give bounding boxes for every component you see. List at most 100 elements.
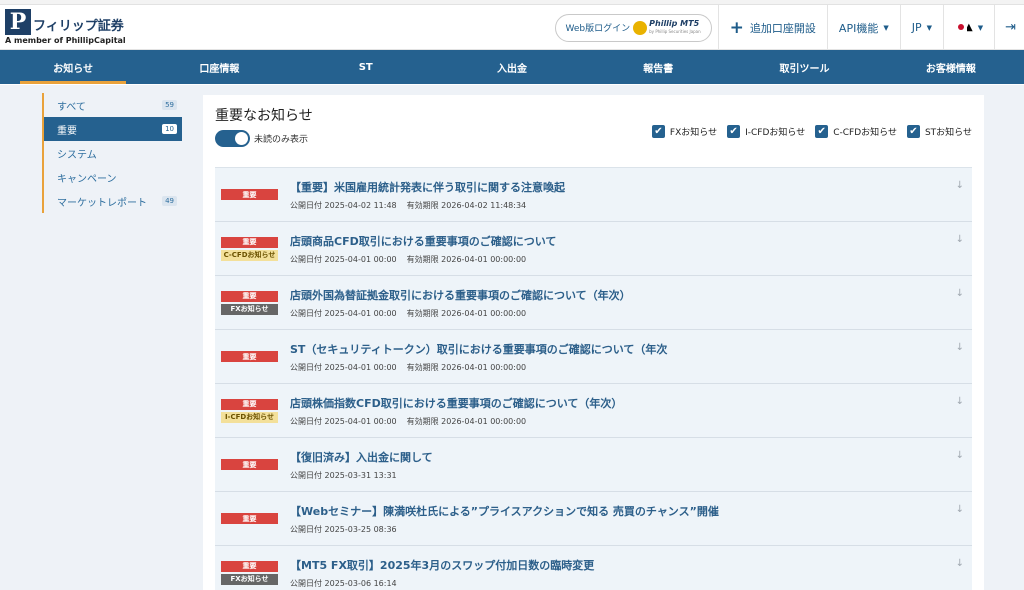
notice-title[interactable]: 店頭外国為替証拠金取引における重要事項のご確認について（年次） (290, 287, 972, 303)
notice-title[interactable]: 【MT5 FX取引】2025年3月のスワップ付加日数の臨時変更 (290, 557, 972, 573)
notice-title[interactable]: 店頭商品CFD取引における重要事項のご確認について (290, 233, 972, 249)
logo-mark: P (5, 9, 31, 35)
expand-arrow-icon[interactable]: ↓ (956, 234, 964, 245)
expand-arrow-icon[interactable]: ↓ (956, 288, 964, 299)
badge-group: 重要 FXお知らせ (215, 546, 290, 590)
checkbox-checked-icon[interactable]: ✔ (651, 125, 665, 138)
importance-badge: 重要 (221, 513, 278, 524)
importance-badge: 重要 (221, 351, 278, 362)
badge-group: 重要 (215, 168, 290, 221)
api-menu[interactable]: API機能 ▼ (826, 5, 900, 50)
sidebar-item-important[interactable]: 重要 10 (42, 117, 182, 141)
published-date: 公開日付 2025-04-01 00:00 (290, 255, 397, 264)
nav-item-deposit-withdrawal[interactable]: 入出金 (439, 50, 585, 84)
list-item[interactable]: 重要 【重要】米国雇用統計発表に伴う取引に関する注意喚起 公開日付 2025-04-… (215, 168, 972, 222)
expand-arrow-icon[interactable]: ↓ (956, 558, 964, 569)
count-badge: 10 (162, 124, 177, 134)
nav-item-trading-tools[interactable]: 取引ツール (731, 50, 877, 84)
mt5-small: by Phillip Securities Japan (649, 28, 701, 34)
expiry-date: 有効期限 2026-04-01 00:00:00 (406, 255, 527, 264)
sidebar-item-market-report[interactable]: マーケットレポート 49 (42, 189, 182, 213)
mt5-icon (633, 20, 648, 35)
notice-title[interactable]: 【重要】米国雇用統計発表に伴う取引に関する注意喚起 (290, 179, 972, 195)
mt5-label: Phillip MT5 (649, 18, 700, 28)
logout-icon[interactable]: ⇥ (994, 5, 1024, 50)
checkbox-checked-icon[interactable]: ✔ (727, 125, 741, 138)
nav-item-st[interactable]: ST (293, 50, 439, 84)
sidebar-item-system[interactable]: システム (42, 141, 182, 165)
add-account-label: 追加口座開設 (749, 21, 816, 35)
category-filters: ✔ FXお知らせ ✔ I-CFDお知らせ ✔ C-CFDお知らせ ✔ STお知らせ (642, 125, 972, 138)
filter-fx[interactable]: ✔ FXお知らせ (651, 125, 718, 138)
checkbox-checked-icon[interactable]: ✔ (906, 125, 920, 138)
language-label: JP (911, 21, 922, 34)
page-title: 重要なお知らせ (215, 108, 313, 124)
checkbox-checked-icon[interactable]: ✔ (815, 125, 829, 138)
badge-group: 重要 (215, 330, 290, 383)
nav-item-account-info[interactable]: 口座情報 (146, 50, 292, 84)
unread-only-label: 未読のみ表示 (254, 135, 309, 145)
filter-label: STお知らせ (924, 128, 972, 138)
importance-badge: 重要 (221, 398, 278, 410)
published-date: 公開日付 2025-04-01 00:00 (290, 417, 397, 426)
expand-arrow-icon[interactable]: ↓ (956, 342, 964, 353)
nav-item-customer-info[interactable]: お客様情報 (878, 50, 1024, 84)
list-item[interactable]: 重要 C-CFDお知らせ 店頭商品CFD取引における重要事項のご確認について公開日付… (215, 222, 972, 276)
sidebar-item-campaign[interactable]: キャンペーン (42, 165, 182, 189)
sidebar-item-label: すべて (57, 101, 86, 113)
nav-item-notices[interactable]: お知らせ (0, 50, 146, 84)
notification-dot-icon (955, 23, 967, 32)
expand-arrow-icon[interactable]: ↓ (956, 504, 964, 515)
expiry-date: 有効期限 2026-04-01 00:00:00 (406, 417, 527, 426)
list-item[interactable]: 重要 【復旧済み】入出金に関して 公開日付 2025-03-31 13:31 ↓ (215, 438, 972, 492)
expand-arrow-icon[interactable]: ↓ (956, 450, 964, 461)
add-account-button[interactable]: + 追加口座開設 (717, 5, 827, 50)
logo[interactable]: P フィリップ証券 A member of PhillipCapital (0, 9, 170, 45)
unread-only-toggle[interactable] (215, 130, 250, 147)
notification-menu[interactable]: ▲ ▼ (943, 5, 994, 50)
count-badge: 49 (162, 196, 177, 206)
badge-group: 重要 C-CFDお知らせ (215, 222, 290, 275)
chevron-down-icon: ▼ (883, 23, 889, 32)
main-area: すべて 59 重要 10 システム キャンペーン マーケットレポート 49 重要… (0, 85, 1024, 590)
nav-item-reports[interactable]: 報告書 (585, 50, 731, 84)
filter-st[interactable]: ✔ STお知らせ (906, 125, 972, 138)
filter-label: FXお知らせ (669, 128, 718, 138)
mt5-logo: Phillip MT5 by Phillip Securities Japan (633, 18, 701, 36)
sidebar-item-label: マーケットレポート (57, 197, 147, 209)
importance-badge: 重要 (221, 290, 278, 302)
badge-group: 重要 FXお知らせ (215, 276, 290, 329)
sidebar-item-label: キャンペーン (57, 173, 117, 185)
list-item[interactable]: 重要 I-CFDお知らせ 店頭株価指数CFD取引における重要事項のご確認について（年… (215, 384, 972, 438)
language-menu[interactable]: JP ▼ (899, 5, 943, 50)
sidebar-item-label: 重要 (57, 125, 77, 137)
list-item[interactable]: 重要 【Webセミナー】陳満咲杜氏による”プライスアクションで知る 売買のチャンス… (215, 492, 972, 546)
published-date: 公開日付 2025-03-06 16:14 (290, 579, 397, 588)
expand-arrow-icon[interactable]: ↓ (956, 396, 964, 407)
api-label: API機能 (838, 21, 879, 35)
count-badge: 59 (162, 100, 177, 110)
notices-panel: 重要なお知らせ 未読のみ表示 ✔ FXお知らせ ✔ I-CFDお知らせ ✔ C-CFD… (203, 95, 984, 590)
logo-name: フィリップ証券 (33, 19, 124, 34)
notice-title[interactable]: 店頭株価指数CFD取引における重要事項のご確認について（年次） (290, 395, 972, 411)
expiry-date: 有効期限 2026-04-01 00:00:00 (406, 309, 527, 318)
filter-icfd[interactable]: ✔ I-CFDお知らせ (727, 125, 805, 138)
chevron-down-icon: ▼ (926, 23, 932, 32)
badge-group: 重要 (215, 492, 290, 545)
sidebar-item-label: システム (57, 149, 97, 161)
badge-group: 重要 (215, 438, 290, 491)
published-date: 公開日付 2025-04-01 00:00 (290, 309, 397, 318)
importance-badge: 重要 (221, 459, 278, 470)
expand-arrow-icon[interactable]: ↓ (956, 180, 964, 191)
web-login-button[interactable]: Web版ログイン Phillip MT5 by Phillip Securitie… (554, 13, 712, 42)
list-item[interactable]: 重要 FXお知らせ 【MT5 FX取引】2025年3月のスワップ付加日数の臨時変更公… (215, 546, 972, 590)
notice-title[interactable]: ST（セキュリティトークン）取引における重要事項のご確認について（年次 (290, 341, 972, 357)
filter-ccfd[interactable]: ✔ C-CFDお知らせ (815, 125, 897, 138)
notice-title[interactable]: 【復旧済み】入出金に関して (290, 449, 972, 465)
notice-title[interactable]: 【Webセミナー】陳満咲杜氏による”プライスアクションで知る 売買のチャンス”開… (290, 503, 972, 519)
list-item[interactable]: 重要 FXお知らせ 店頭外国為替証拠金取引における重要事項のご確認について（年次） 公… (215, 276, 972, 330)
list-item[interactable]: 重要 ST（セキュリティトークン）取引における重要事項のご確認について（年次 公開日… (215, 330, 972, 384)
sidebar-item-all[interactable]: すべて 59 (42, 93, 182, 117)
sidebar: すべて 59 重要 10 システム キャンペーン マーケットレポート 49 (42, 93, 182, 213)
expiry-date: 有効期限 2026-04-02 11:48:34 (406, 201, 527, 210)
